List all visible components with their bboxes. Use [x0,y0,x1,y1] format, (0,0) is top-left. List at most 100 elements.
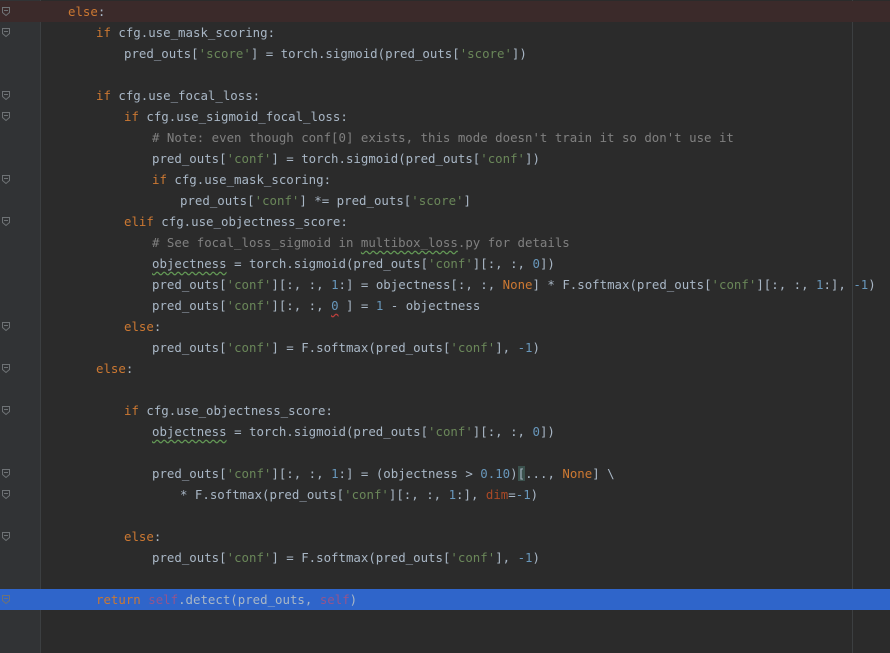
code-token: ] \ [592,466,615,481]
code-line[interactable]: # Note: even though conf[0] exists, this… [0,127,890,148]
code-line[interactable]: pred_outs['conf'] = torch.sigmoid(pred_o… [0,148,890,169]
code-token: else [68,4,98,19]
fold-marker-icon[interactable] [2,406,10,416]
code-line[interactable]: pred_outs['score'] = torch.sigmoid(pred_… [0,43,890,64]
code-line[interactable]: objectness = torch.sigmoid(pred_outs['co… [0,421,890,442]
code-token: cfg.use_objectness_score: [153,214,348,229]
code-token: ][:, :, [271,277,332,292]
code-line[interactable]: if cfg.use_sigmoid_focal_loss: [0,106,890,127]
code-line[interactable]: else: [0,358,890,379]
code-token: objectness [152,256,227,271]
fold-marker-icon[interactable] [2,7,10,17]
code-line[interactable]: else: [0,1,890,22]
code-line[interactable] [0,442,890,463]
code-token: ][:, :, [472,256,533,271]
code-token: -1 [853,277,869,292]
code-line[interactable] [0,64,890,85]
code-line[interactable]: pred_outs['conf'] = F.softmax(pred_outs[… [0,337,890,358]
code-token: if [152,172,167,187]
code-line[interactable]: if cfg.use_mask_scoring: [0,22,890,43]
code-token: ] = F.softmax(pred_outs[ [271,550,451,565]
fold-marker-icon[interactable] [2,322,10,332]
code-token: objectness [152,424,227,439]
code-text: else: [96,358,133,379]
code-token: 'score' [198,46,251,61]
code-line[interactable]: * F.softmax(pred_outs['conf'][:, :, 1:],… [0,484,890,505]
code-token: cfg.use_mask_scoring: [166,172,332,187]
code-token: multibox_loss [360,235,458,250]
code-token: :], [823,277,854,292]
code-text: else: [68,1,105,22]
code-line[interactable] [0,379,890,400]
code-token: 'conf' [428,424,473,439]
code-token: 0 [532,424,540,439]
fold-marker-icon[interactable] [2,364,10,374]
code-token: cfg.use_sigmoid_focal_loss: [138,109,348,124]
code-token: 0 [532,256,540,271]
code-line[interactable]: if cfg.use_mask_scoring: [0,169,890,190]
code-token: [ [517,466,526,481]
fold-marker-icon[interactable] [2,91,10,101]
code-token: : [153,529,162,544]
code-token: self [148,592,179,607]
code-token: ], [495,340,518,355]
code-token: dim [485,487,509,502]
code-line[interactable]: pred_outs['conf'][:, :, 0 ] = 1 - object… [0,295,890,316]
code-line[interactable]: pred_outs['conf'] *= pred_outs['score'] [0,190,890,211]
code-text: pred_outs['conf'] = torch.sigmoid(pred_o… [152,148,540,169]
code-token: ) [530,487,539,502]
code-token: pred_outs[ [152,550,227,565]
fold-marker-icon[interactable] [2,28,10,38]
code-token: 1 [331,277,339,292]
code-token: None [562,466,593,481]
fold-marker-icon[interactable] [2,217,10,227]
code-line[interactable]: elif cfg.use_objectness_score: [0,211,890,232]
code-token: ] [463,193,471,208]
code-token: :] = objectness[:, :, [338,277,503,292]
code-token: 'conf' [226,298,272,313]
fold-marker-icon[interactable] [2,595,10,605]
fold-marker-icon[interactable] [2,175,10,185]
code-token: 'conf' [226,340,272,355]
code-token: ][:, :, [271,298,332,313]
code-line[interactable]: if cfg.use_objectness_score: [0,400,890,421]
fold-marker-icon[interactable] [2,112,10,122]
code-token: None [502,277,533,292]
code-line[interactable]: return self.detect(pred_outs, self) [0,589,890,610]
code-line[interactable]: objectness = torch.sigmoid(pred_outs['co… [0,253,890,274]
code-text: if cfg.use_objectness_score: [124,400,333,421]
code-token: = torch.sigmoid(pred_outs[ [226,256,429,271]
code-text: if cfg.use_mask_scoring: [152,169,331,190]
code-line[interactable]: else: [0,316,890,337]
code-token: cfg.use_mask_scoring: [110,25,276,40]
code-line[interactable]: pred_outs['conf'][:, :, 1:] = (objectnes… [0,463,890,484]
code-token: 'conf' [226,550,272,565]
code-token: 'conf' [226,466,272,481]
code-text: if cfg.use_focal_loss: [96,85,260,106]
code-token: ][:, :, [472,424,533,439]
code-token: 'conf' [711,277,757,292]
code-token: self [319,592,350,607]
code-text: elif cfg.use_objectness_score: [124,211,348,232]
fold-marker-icon[interactable] [2,532,10,542]
code-token: : [97,4,106,19]
fold-marker-icon[interactable] [2,469,10,479]
code-text: if cfg.use_sigmoid_focal_loss: [124,106,348,127]
code-text: if cfg.use_mask_scoring: [96,22,275,43]
code-token: * F.softmax(pred_outs[ [180,487,345,502]
code-line[interactable]: if cfg.use_focal_loss: [0,85,890,106]
code-line[interactable]: else: [0,526,890,547]
code-line[interactable]: # See focal_loss_sigmoid in multibox_los… [0,232,890,253]
code-token: ] * F.softmax(pred_outs[ [532,277,712,292]
fold-marker-icon[interactable] [2,490,10,500]
code-token: 'score' [411,193,464,208]
code-text: objectness = torch.sigmoid(pred_outs['co… [152,421,555,442]
code-text: * F.softmax(pred_outs['conf'][:, :, 1:],… [180,484,538,505]
code-token: 0 [331,298,339,313]
code-line[interactable]: pred_outs['conf'] = F.softmax(pred_outs[… [0,547,890,568]
code-text: pred_outs['score'] = torch.sigmoid(pred_… [124,43,527,64]
code-line[interactable] [0,505,890,526]
code-line[interactable]: pred_outs['conf'][:, :, 1:] = objectness… [0,274,890,295]
code-token: else [124,319,154,334]
code-line[interactable] [0,568,890,589]
